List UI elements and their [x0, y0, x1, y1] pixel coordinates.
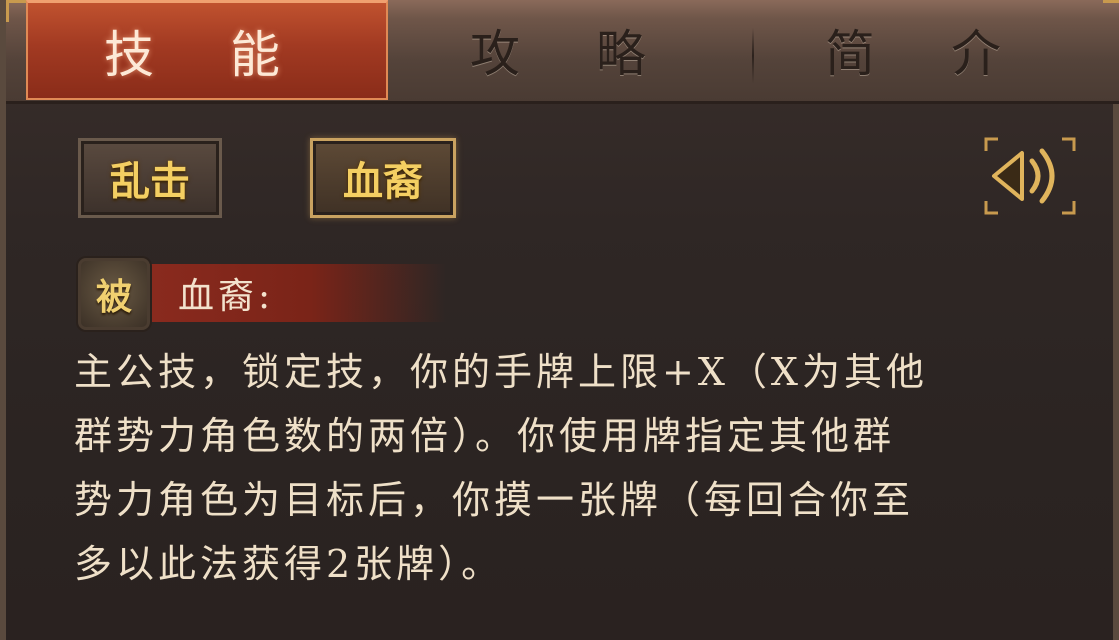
- tab-guide-label: 攻 略: [470, 25, 676, 83]
- description-line: 主公技，锁定技，你的手牌上限+X（X为其他: [74, 350, 928, 394]
- ornament-corner: [1103, 0, 1119, 22]
- description-line: 群势力角色数的两倍）。你使用牌指定其他群: [74, 414, 896, 458]
- skill-button-luanji[interactable]: 乱击: [78, 138, 222, 218]
- description-line: 多以此法获得2张牌）。: [74, 542, 504, 586]
- sound-button[interactable]: [982, 133, 1078, 219]
- description-line: 势力角色为目标后，你摸一张牌（每回合你至: [74, 478, 915, 522]
- speaker-icon: [984, 137, 1076, 215]
- tab-skills[interactable]: 技 能: [26, 0, 388, 100]
- skill-type-label: 被: [95, 276, 132, 318]
- skill-button-xueyi[interactable]: 血裔: [310, 138, 456, 218]
- skill-description: 主公技，锁定技，你的手牌上限+X（X为其他 群势力角色数的两倍）。你使用牌指定其…: [74, 340, 1084, 596]
- skill-panel: 技 能 攻 略 简 介 乱击 血裔 血裔: 被 主公技，锁定技，你的手牌上限+X…: [0, 0, 1119, 640]
- skill-button-label: 血裔: [343, 158, 423, 205]
- ornament-corner: [6, 0, 28, 22]
- tab-skills-label: 技 能: [104, 25, 310, 84]
- tab-guide[interactable]: 攻 略: [398, 0, 748, 100]
- tab-divider: [752, 28, 754, 84]
- tab-intro-label: 简 介: [825, 25, 1031, 83]
- skill-title: 血裔:: [178, 276, 275, 317]
- skill-title-bar: 血裔:: [146, 264, 446, 322]
- tab-bar: 技 能 攻 略 简 介: [6, 0, 1119, 104]
- skill-type-badge: 被: [78, 258, 150, 330]
- skill-button-label: 乱击: [110, 158, 190, 205]
- tab-intro[interactable]: 简 介: [758, 0, 1098, 100]
